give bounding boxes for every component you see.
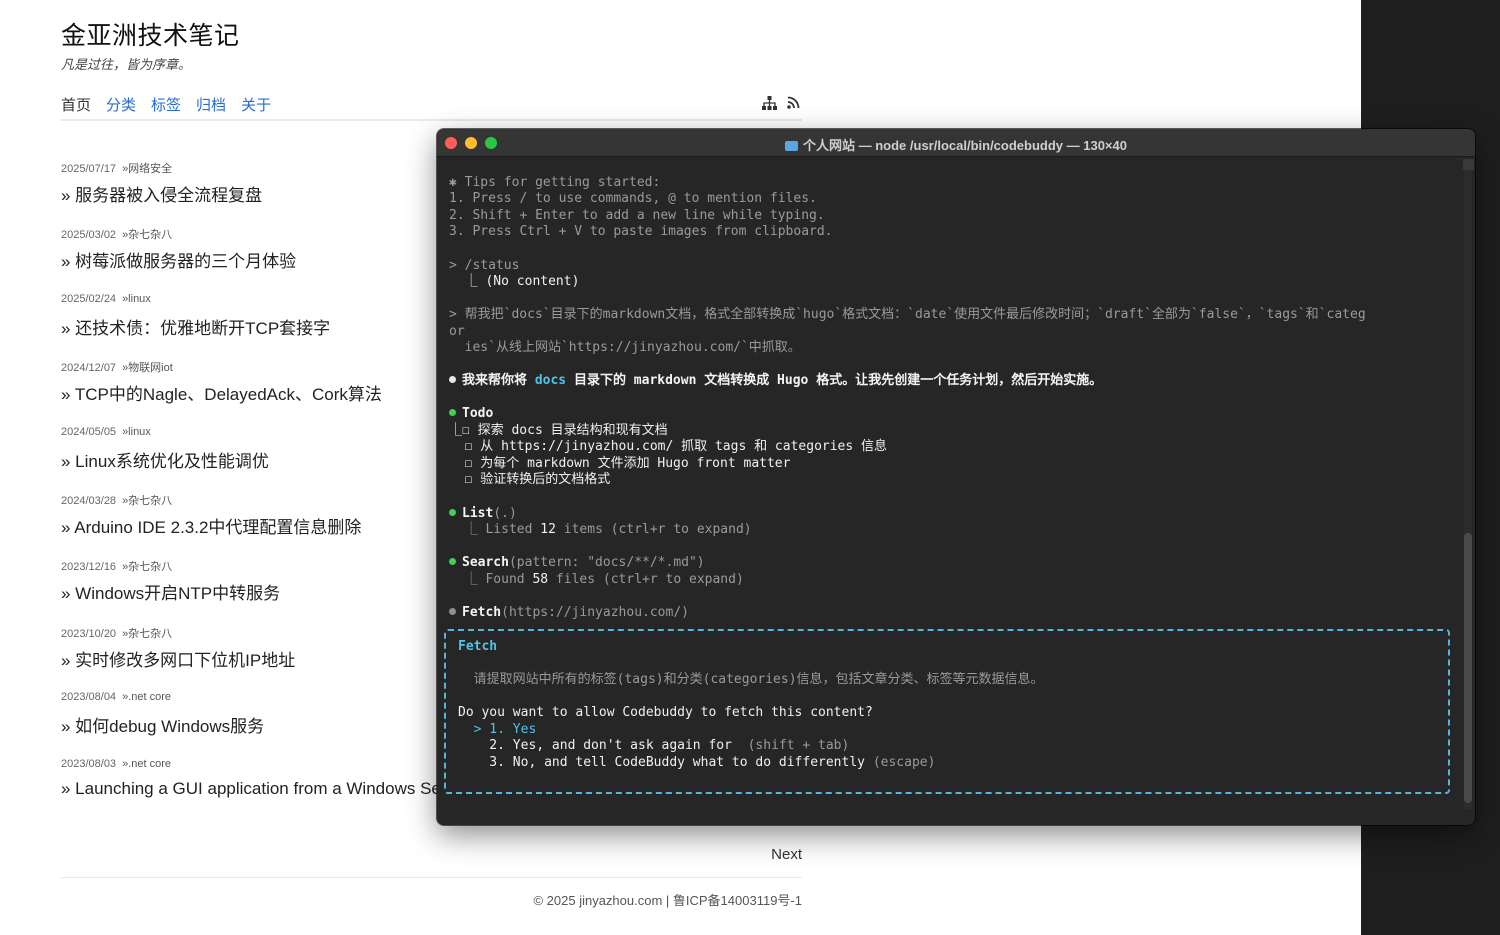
nav-archive[interactable]: 归档 (196, 94, 226, 115)
option-no[interactable]: 3. No, and tell CodeBuddy what to do dif… (458, 755, 935, 771)
dialog-title: Fetch (458, 639, 498, 654)
post-category[interactable]: »linux (122, 426, 151, 438)
nav-tags[interactable]: 标签 (151, 94, 181, 115)
post-date: 2023/08/03 (61, 757, 117, 770)
status-result: ⎿ (No content) (449, 274, 580, 289)
dialog-question: Do you want to allow Codebuddy to fetch … (458, 705, 873, 720)
list-result: ⎿ Listed 12 items (ctrl+r to expand) (449, 522, 752, 537)
post-category[interactable]: ».net core (122, 691, 171, 703)
post-title-link[interactable]: » 服务器被入侵全流程复盘 (61, 181, 262, 206)
post-category[interactable]: ».net core (122, 758, 171, 770)
bullet-icon (449, 376, 456, 383)
post-title-link[interactable]: » 树莓派做服务器的三个月体验 (61, 247, 296, 272)
todo-item: ⎿☐ 探索 docs 目录结构和现有文档 (449, 423, 668, 438)
user-prompt-line: > 帮我把`docs`目录下的markdown文档，格式全部转换成`hugo`格… (449, 307, 1366, 322)
post-title-link[interactable]: » Windows开启NTP中转服务 (61, 579, 280, 604)
post-date: 2023/12/16 (61, 561, 117, 574)
scroll-up-button[interactable] (1463, 159, 1474, 170)
post-date: 2023/10/20 (61, 627, 117, 640)
post-category[interactable]: »linux (122, 293, 151, 305)
option-yes[interactable]: > 1. Yes (458, 722, 537, 738)
terminal-title-text: 个人网站 — node /usr/local/bin/codebuddy — 1… (803, 138, 1127, 153)
terminal-window[interactable]: 个人网站 — node /usr/local/bin/codebuddy — 1… (437, 129, 1475, 825)
post-date: 2025/02/24 (61, 292, 117, 305)
todo-item: ☐ 从 https://jinyazhou.com/ 抓取 tags 和 cat… (449, 439, 888, 454)
main-nav: 首页 分类 标签 归档 关于 (61, 94, 286, 115)
sitemap-icon[interactable] (762, 96, 777, 110)
post-category[interactable]: »杂七杂八 (122, 229, 172, 241)
bullet-icon (449, 409, 456, 416)
terminal-content[interactable]: ✱ Tips for getting started: 1. Press / t… (437, 157, 1461, 825)
post-title-link[interactable]: » 如何debug Windows服务 (61, 712, 264, 737)
fetch-permission-dialog: Fetch 请提取网站中所有的标签(tags)和分类(categories)信息… (444, 629, 1450, 794)
post-title-link[interactable]: » Linux系统优化及性能调优 (61, 447, 269, 472)
todo-header: Todo (449, 406, 493, 422)
footer-divider (61, 877, 802, 878)
next-page-link[interactable]: Next (771, 846, 802, 863)
post-date: 2023/08/04 (61, 691, 117, 704)
search-tool-call: Search(pattern: "docs/**/*.md") (449, 555, 705, 571)
bullet-icon (449, 608, 456, 615)
nav-categories[interactable]: 分类 (106, 94, 136, 115)
terminal-titlebar[interactable]: 个人网站 — node /usr/local/bin/codebuddy — 1… (437, 129, 1475, 157)
dialog-description: 请提取网站中所有的标签(tags)和分类(categories)信息，包括文章分… (458, 672, 1044, 687)
folder-icon (785, 141, 798, 151)
nav-about[interactable]: 关于 (241, 94, 271, 115)
post-title-link[interactable]: » 实时修改多网口下位机IP地址 (61, 646, 295, 671)
header-divider (61, 119, 802, 121)
post-date: 2024/03/28 (61, 494, 117, 507)
tip-line: 3. Press Ctrl + V to paste images from c… (449, 224, 833, 239)
bullet-icon (449, 558, 456, 565)
assistant-message: 我来帮你将 docs 目录下的 markdown 文档转换成 Hugo 格式。让… (449, 373, 1102, 389)
rss-icon[interactable] (787, 96, 800, 110)
post-date: 2024/05/05 (61, 425, 117, 438)
search-result: ⎿ Found 58 files (ctrl+r to expand) (449, 572, 744, 587)
nav-icons (762, 96, 800, 110)
user-prompt-line: ies`从线上网站`https://jinyazhou.com/`中抓取。 (449, 340, 801, 355)
post-category[interactable]: »物联网iot (122, 362, 173, 374)
terminal-title: 个人网站 — node /usr/local/bin/codebuddy — 1… (437, 135, 1475, 154)
post-category[interactable]: »杂七杂八 (122, 495, 172, 507)
post-category[interactable]: »网络安全 (122, 163, 172, 175)
fetch-tool-call: Fetch(https://jinyazhou.com/) (449, 605, 689, 621)
post-date: 2024/12/07 (61, 362, 117, 375)
list-tool-call: List(.) (449, 506, 517, 522)
status-command: > /status (449, 258, 520, 273)
footer-text: © 2025 jinyazhou.com | 鲁ICP备14003119号-1 (533, 893, 802, 908)
post-date: 2025/07/17 (61, 163, 117, 175)
todo-item: ☐ 为每个 markdown 文件添加 Hugo front matter (449, 456, 791, 471)
todo-item: ☐ 验证转换后的文档格式 (449, 472, 611, 487)
scrollbar-thumb[interactable] (1464, 533, 1472, 803)
post-category[interactable]: »杂七杂八 (122, 628, 172, 640)
nav-home[interactable]: 首页 (61, 94, 91, 115)
tip-line: 1. Press / to use commands, @ to mention… (449, 191, 817, 206)
tips-header: ✱ Tips for getting started: (449, 175, 661, 190)
post-title-link[interactable]: » Arduino IDE 2.3.2中代理配置信息删除 (61, 513, 361, 538)
post-title-link[interactable]: » 还技术债：优雅地断开TCP套接字 (61, 314, 330, 339)
post-category[interactable]: »杂七杂八 (122, 561, 172, 573)
site-title[interactable]: 金亚洲技术笔记 (61, 16, 240, 52)
tip-line: 2. Shift + Enter to add a new line while… (449, 208, 825, 223)
option-yes-dont-ask[interactable]: 2. Yes, and don't ask again for (shift +… (458, 738, 849, 754)
post-title-link[interactable]: » TCP中的Nagle、DelayedAck、Cork算法 (61, 380, 382, 405)
post-date: 2025/03/02 (61, 229, 117, 242)
bullet-icon (449, 509, 456, 516)
user-prompt-line: or (449, 324, 465, 339)
site-subtitle: 凡是过往，皆为序章。 (61, 57, 192, 72)
